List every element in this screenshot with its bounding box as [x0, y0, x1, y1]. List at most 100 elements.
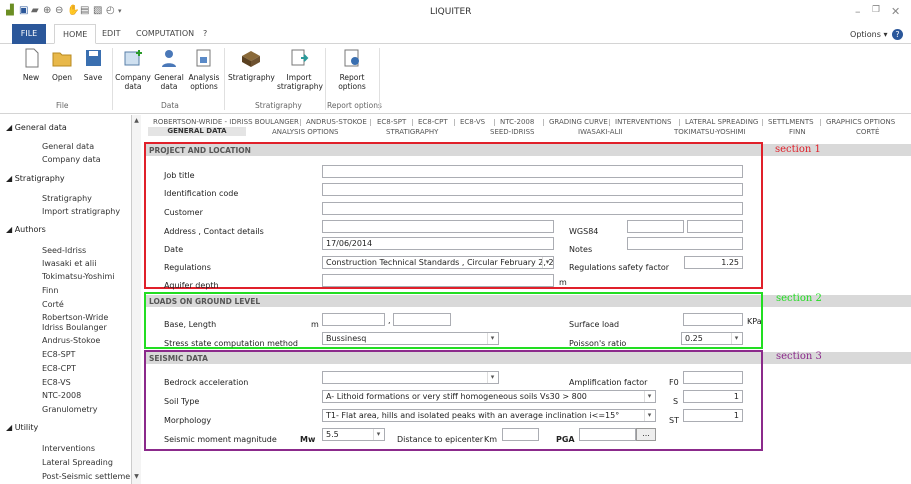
tab-stratigraphy[interactable]: STRATIGRAPHY: [386, 128, 438, 136]
tab-ec8-spt[interactable]: EC8-SPT: [377, 118, 406, 126]
address-input[interactable]: [322, 220, 554, 233]
tree-item-import-stratigraphy[interactable]: Import stratigraphy: [42, 207, 120, 216]
tab-analysis-options[interactable]: ANALYSIS OPTIONS: [272, 128, 339, 136]
pga-browse-button[interactable]: ...: [636, 428, 656, 441]
stress-method-select[interactable]: Bussinesq: [322, 332, 499, 345]
wgs84-lon-input[interactable]: [687, 220, 743, 233]
print-icon[interactable]: ▤: [80, 6, 90, 16]
tree-item-lateral-spreading[interactable]: Lateral Spreading: [42, 458, 113, 467]
close-icon[interactable]: ✕: [891, 5, 900, 18]
poisson-select[interactable]: 0.25: [681, 332, 743, 345]
restore-icon[interactable]: ❐: [872, 5, 880, 15]
soil-type-select[interactable]: A- Lithoid formations or very stiff homo…: [322, 390, 656, 403]
f0-input[interactable]: [683, 371, 743, 384]
minimize-icon[interactable]: –: [855, 5, 861, 18]
tree-item-andrus[interactable]: Andrus-Stokoe: [42, 336, 100, 345]
magnitude-select[interactable]: 5.5: [322, 428, 385, 441]
report-options-button[interactable]: Report options: [332, 48, 372, 91]
save-icon[interactable]: ▣: [19, 6, 29, 16]
tab-seed-idriss[interactable]: SEED-IDRISS: [490, 128, 534, 136]
job-title-input[interactable]: [322, 165, 743, 178]
identification-code-input[interactable]: [322, 183, 743, 196]
import-stratigraphy-button[interactable]: Import stratigraphy: [277, 48, 323, 91]
safety-factor-input[interactable]: 1.25: [684, 256, 743, 269]
help-icon[interactable]: ?: [892, 29, 903, 40]
company-data-button[interactable]: Company data: [115, 48, 151, 91]
tab-andrus[interactable]: ANDRUS-STOKOE: [306, 118, 367, 126]
tab-corte[interactable]: CORTÉ: [856, 128, 879, 136]
tree-item-tokimatsu[interactable]: Tokimatsu-Yoshimi: [42, 272, 114, 281]
surface-load-input[interactable]: [683, 313, 743, 326]
tab-iwasaki-alii[interactable]: IWASAKI-ALII: [578, 128, 623, 136]
customer-input[interactable]: [322, 202, 743, 215]
open-icon[interactable]: ▰: [31, 6, 41, 16]
tab-robertson[interactable]: ROBERTSON-WRIDE - IDRISS BOULANGER: [153, 118, 299, 126]
tree-item-stratigraphy[interactable]: Stratigraphy: [42, 194, 92, 203]
tree-group-general-data[interactable]: ◢ General data: [6, 123, 67, 132]
tree-group-stratigraphy[interactable]: ◢ Stratigraphy: [6, 174, 65, 183]
pan-icon[interactable]: ✋: [67, 6, 79, 16]
bedrock-select[interactable]: [322, 371, 499, 384]
tab-finn[interactable]: FINN: [789, 128, 806, 136]
tab-edit[interactable]: EDIT: [94, 24, 128, 44]
tab-help[interactable]: ?: [195, 24, 215, 44]
tab-ntc-2008[interactable]: NTC-2008: [500, 118, 534, 126]
zoom-out-icon[interactable]: ⊖: [55, 6, 65, 16]
zoom-in-icon[interactable]: ⊕: [43, 6, 53, 16]
save-button[interactable]: Save: [80, 48, 106, 82]
tree-item-seed-idriss[interactable]: Seed-Idriss: [42, 246, 86, 255]
seismic-data-title: SEISMIC DATA: [149, 354, 208, 363]
general-data-button[interactable]: General data: [154, 48, 184, 91]
tree-item-finn[interactable]: Finn: [42, 286, 58, 295]
wgs84-lat-input[interactable]: [627, 220, 684, 233]
tree-item-robertson[interactable]: Robertson-Wride Idriss Boulanger: [42, 313, 130, 333]
pga-input[interactable]: [579, 428, 636, 441]
tree-item-corte[interactable]: Corté: [42, 300, 64, 309]
tab-home[interactable]: HOME: [54, 24, 97, 44]
tree-item-general-data[interactable]: General data: [42, 142, 94, 151]
customize-icon[interactable]: ▾: [118, 6, 128, 16]
tree-item-ec8-spt[interactable]: EC8-SPT: [42, 350, 75, 359]
tree-item-post-seismic[interactable]: Post-Seismic settlement: [42, 472, 137, 481]
aquifer-depth-input[interactable]: [322, 274, 554, 287]
tab-ec8-vs[interactable]: EC8-VS: [460, 118, 485, 126]
tab-graphics-options[interactable]: GRAPHICS OPTIONS: [826, 118, 895, 126]
tree-item-interventions[interactable]: Interventions: [42, 444, 95, 453]
tab-lateral-spreading[interactable]: LATERAL SPREADING: [685, 118, 758, 126]
scroll-up-icon[interactable]: ▲: [132, 117, 141, 124]
date-input[interactable]: 17/06/2014: [322, 237, 554, 250]
tab-computation[interactable]: COMPUTATION: [128, 24, 202, 44]
s-input[interactable]: 1: [683, 390, 743, 403]
options-menu[interactable]: Options ▾ ?: [850, 29, 903, 40]
scroll-down-icon[interactable]: ▼: [132, 473, 141, 480]
tab-tokimatsu-yoshimi[interactable]: TOKIMATSU-YOSHIMI: [674, 128, 746, 136]
export-icon[interactable]: ▧: [93, 6, 103, 16]
st-input[interactable]: 1: [683, 409, 743, 422]
morphology-select[interactable]: T1- Flat area, hills and isolated peaks …: [322, 409, 656, 422]
tree-item-ec8-cpt[interactable]: EC8-CPT: [42, 364, 76, 373]
tree-group-authors[interactable]: ◢ Authors: [6, 225, 46, 234]
tree-item-granulometry[interactable]: Granulometry: [42, 405, 98, 414]
tree-item-company-data[interactable]: Company data: [42, 155, 101, 164]
tab-settlments[interactable]: SETTLMENTS: [768, 118, 814, 126]
tab-interventions[interactable]: INTERVENTIONS: [615, 118, 671, 126]
back-icon[interactable]: ◴: [106, 6, 116, 16]
tab-file[interactable]: FILE: [12, 24, 46, 44]
analysis-options-button[interactable]: Analysis options: [187, 48, 221, 91]
distance-input[interactable]: [502, 428, 539, 441]
tab-ec8-cpt[interactable]: EC8-CPT: [418, 118, 448, 126]
stratigraphy-button[interactable]: Stratigraphy: [228, 48, 275, 82]
tree-group-utility[interactable]: ◢ Utility: [6, 423, 38, 432]
notes-input[interactable]: [627, 237, 743, 250]
length-input[interactable]: [393, 313, 451, 326]
new-button[interactable]: New: [18, 48, 44, 82]
tab-grading-curve[interactable]: GRADING CURVE: [549, 118, 608, 126]
tree-item-ntc-2008[interactable]: NTC-2008: [42, 391, 81, 400]
tree-scrollbar[interactable]: ▲ ▼: [131, 115, 141, 484]
tab-general-data[interactable]: GENERAL DATA: [148, 127, 246, 136]
base-input[interactable]: [322, 313, 385, 326]
regulations-select[interactable]: Construction Technical Standards , Circu…: [322, 256, 554, 269]
tree-item-ec8-vs[interactable]: EC8-VS: [42, 378, 71, 387]
open-button[interactable]: Open: [49, 48, 75, 82]
tree-item-iwasaki[interactable]: Iwasaki et alii: [42, 259, 96, 268]
